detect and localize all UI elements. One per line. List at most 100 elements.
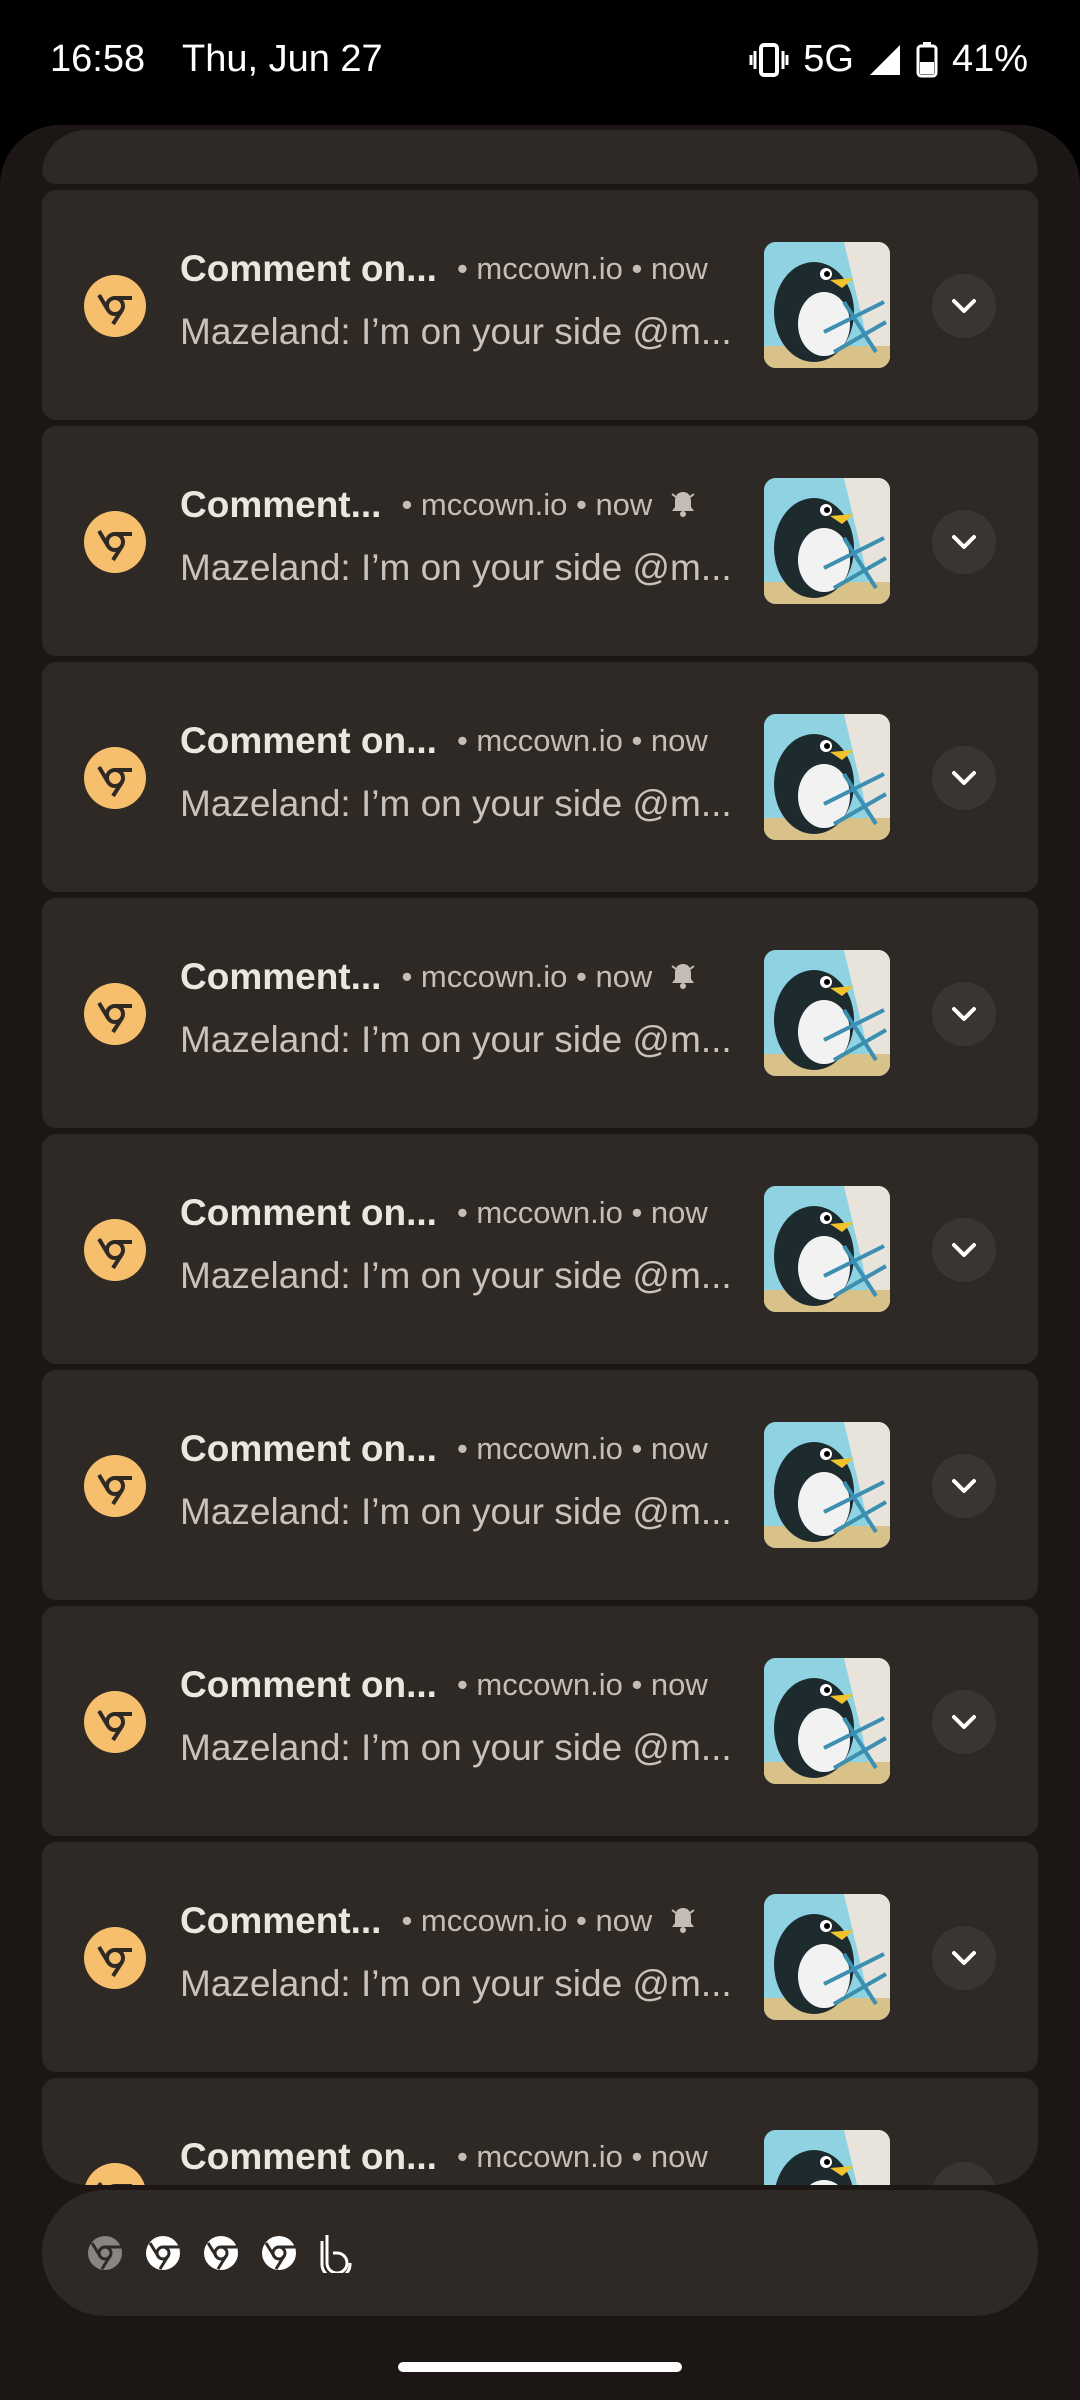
notification-title: Comment on... bbox=[180, 2136, 437, 2177]
chevron-down-icon bbox=[952, 771, 976, 785]
expand-button[interactable] bbox=[932, 274, 996, 338]
notification-header: Comment... • mccown.io • now bbox=[180, 484, 780, 526]
status-date: Thu, Jun 27 bbox=[182, 38, 383, 80]
expand-button[interactable] bbox=[932, 1926, 996, 1990]
chevron-down-icon bbox=[952, 1951, 976, 1965]
notification-header: Comment on... • mccown.io • now bbox=[180, 248, 780, 290]
notification-card[interactable]: Comment... • mccown.io • now Mazeland: I… bbox=[42, 898, 1038, 1128]
penguin-thumbnail bbox=[764, 2130, 890, 2185]
notification-text: Mazeland: I’m on your side @m... bbox=[180, 311, 732, 352]
penguin-thumbnail bbox=[764, 1894, 890, 2020]
chrome-icon bbox=[84, 2163, 146, 2185]
notification-meta: • mccown.io • now bbox=[401, 959, 653, 994]
notification-title: Comment on... bbox=[180, 1428, 437, 1469]
chrome-icon bbox=[84, 511, 146, 573]
chrome-icon bbox=[84, 1219, 146, 1281]
status-icons: 5G 41% bbox=[749, 38, 1028, 81]
notification-cards: Comment on... • mccown.io • now Mazeland… bbox=[42, 190, 1038, 2185]
notification-meta: • mccown.io • now bbox=[456, 2139, 708, 2174]
expand-button[interactable] bbox=[932, 510, 996, 574]
stacked-notification-edge[interactable] bbox=[42, 130, 1038, 184]
bell-icon bbox=[668, 488, 698, 523]
chevron-down-icon bbox=[952, 1479, 976, 1493]
chrome-icon bbox=[202, 2234, 240, 2272]
chrome-icon bbox=[84, 1927, 146, 1989]
notification-card[interactable]: Comment on... • mccown.io • now Mazeland… bbox=[42, 1606, 1038, 1836]
notification-header: Comment on... • mccown.io • now bbox=[180, 1428, 780, 1470]
notification-list[interactable]: Comment on... • mccown.io • now Mazeland… bbox=[42, 130, 1038, 2185]
chevron-down-icon bbox=[952, 535, 976, 549]
vibrate-icon bbox=[749, 41, 789, 79]
chevron-down-icon bbox=[952, 299, 976, 313]
app-b-icon bbox=[318, 2234, 356, 2273]
notification-text: Mazeland: I’m on your side @m... bbox=[180, 1019, 732, 1060]
notification-meta: • mccown.io • now bbox=[401, 1903, 653, 1938]
notification-text: Mazeland: I’m on your side @m... bbox=[180, 1491, 732, 1532]
chrome-icon bbox=[144, 2234, 182, 2272]
penguin-thumbnail bbox=[764, 1422, 890, 1548]
penguin-thumbnail bbox=[764, 478, 890, 604]
bell-icon bbox=[668, 960, 698, 995]
notification-header: Comment... • mccown.io • now bbox=[180, 956, 780, 998]
notification-title: Comment on... bbox=[180, 720, 437, 761]
expand-button[interactable] bbox=[932, 1218, 996, 1282]
notification-text: Mazeland: I’m on your side @m... bbox=[180, 1963, 732, 2004]
notification-text: Mazeland: I’m on your side @m... bbox=[180, 783, 732, 824]
chrome-icon bbox=[84, 983, 146, 1045]
notification-meta: • mccown.io • now bbox=[456, 251, 708, 286]
notification-card[interactable]: Comment on... • mccown.io • now Mazeland… bbox=[42, 1134, 1038, 1364]
notification-text: Mazeland: I’m on your side @m... bbox=[180, 1727, 732, 1768]
notification-card[interactable]: Comment on... • mccown.io • now Mazeland… bbox=[42, 190, 1038, 420]
chrome-icon bbox=[84, 1691, 146, 1753]
penguin-thumbnail bbox=[764, 714, 890, 840]
penguin-thumbnail bbox=[764, 1186, 890, 1312]
bell-icon bbox=[668, 1904, 698, 1939]
notification-header: Comment on... • mccown.io • now bbox=[180, 720, 780, 762]
notification-title: Comment on... bbox=[180, 248, 437, 289]
notification-card[interactable]: Comment on... • mccown.io • now bbox=[42, 2078, 1038, 2185]
notification-card[interactable]: Comment... • mccown.io • now Mazeland: I… bbox=[42, 426, 1038, 656]
chevron-down-icon bbox=[952, 1715, 976, 1729]
chrome-icon bbox=[86, 2234, 124, 2272]
chevron-down-icon bbox=[952, 1243, 976, 1257]
notification-card[interactable]: Comment on... • mccown.io • now Mazeland… bbox=[42, 662, 1038, 892]
status-bar: 16:58 Thu, Jun 27 5G 41% bbox=[0, 0, 1080, 125]
chrome-icon bbox=[84, 747, 146, 809]
signal-icon bbox=[868, 43, 902, 77]
notification-title: Comment on... bbox=[180, 1192, 437, 1233]
expand-button[interactable] bbox=[932, 1454, 996, 1518]
notification-meta: • mccown.io • now bbox=[401, 487, 653, 522]
notification-meta: • mccown.io • now bbox=[456, 1431, 708, 1466]
status-time: 16:58 bbox=[50, 38, 146, 80]
expand-button[interactable] bbox=[932, 982, 996, 1046]
notification-overflow-bar[interactable] bbox=[42, 2190, 1038, 2316]
penguin-thumbnail bbox=[764, 242, 890, 368]
notification-text: Mazeland: I’m on your side @m... bbox=[180, 547, 732, 588]
network-label: 5G bbox=[803, 38, 854, 80]
chrome-icon bbox=[260, 2234, 298, 2272]
notification-title: Comment... bbox=[180, 956, 382, 997]
notification-header: Comment on... • mccown.io • now bbox=[180, 1664, 780, 1706]
home-gesture-bar[interactable] bbox=[398, 2362, 682, 2372]
notification-title: Comment... bbox=[180, 1900, 382, 1941]
expand-button[interactable] bbox=[932, 1690, 996, 1754]
notification-header: Comment on... • mccown.io • now bbox=[180, 2136, 780, 2178]
penguin-thumbnail bbox=[764, 950, 890, 1076]
chevron-down-icon bbox=[952, 1007, 976, 1021]
chrome-icon bbox=[84, 275, 146, 337]
notification-meta: • mccown.io • now bbox=[456, 723, 708, 758]
chrome-icon bbox=[84, 1455, 146, 1517]
expand-button[interactable] bbox=[932, 2162, 996, 2185]
notification-header: Comment on... • mccown.io • now bbox=[180, 1192, 780, 1234]
penguin-thumbnail bbox=[764, 1658, 890, 1784]
notification-meta: • mccown.io • now bbox=[456, 1667, 708, 1702]
battery-icon bbox=[916, 41, 938, 78]
notification-header: Comment... • mccown.io • now bbox=[180, 1900, 780, 1942]
notification-card[interactable]: Comment... • mccown.io • now Mazeland: I… bbox=[42, 1842, 1038, 2072]
notification-meta: • mccown.io • now bbox=[456, 1195, 708, 1230]
expand-button[interactable] bbox=[932, 746, 996, 810]
notification-card[interactable]: Comment on... • mccown.io • now Mazeland… bbox=[42, 1370, 1038, 1600]
notification-text: Mazeland: I’m on your side @m... bbox=[180, 1255, 732, 1296]
notification-title: Comment on... bbox=[180, 1664, 437, 1705]
chevron-down-icon bbox=[947, 2177, 981, 2185]
